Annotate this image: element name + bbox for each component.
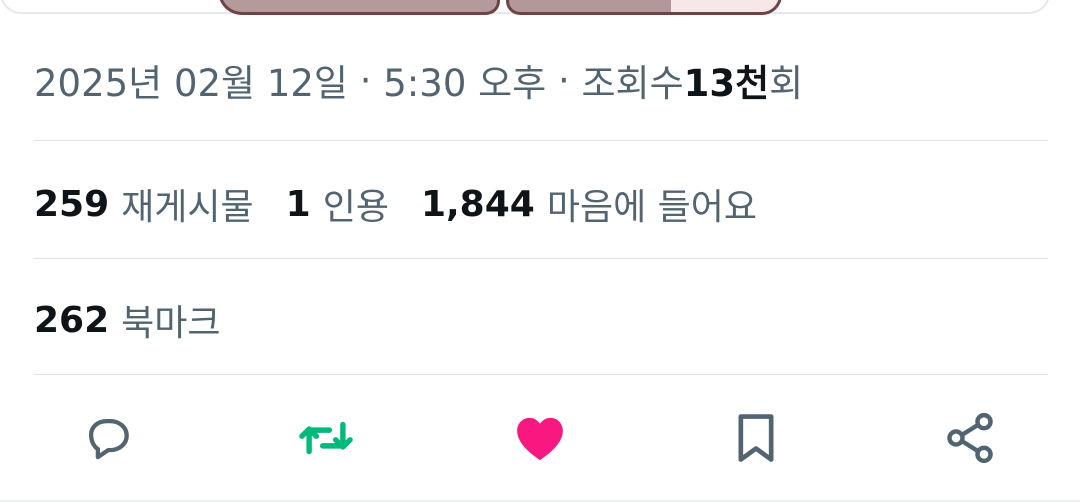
quotes-count: 1 xyxy=(285,183,311,225)
retweet-button[interactable] xyxy=(294,406,358,470)
media-image-right xyxy=(506,0,782,15)
tweet-date: 2025년 02월 12일 xyxy=(34,62,348,105)
retweets-label: 재게시물 xyxy=(121,187,254,228)
views-prefix: 조회수 xyxy=(581,62,684,105)
meta-separator xyxy=(348,59,360,102)
retweets-stat[interactable]: 259 재게시물 xyxy=(34,178,254,230)
bookmarks-label: 북마크 xyxy=(121,303,221,344)
share-button[interactable] xyxy=(938,406,1002,470)
meta-separator-dot-2: · xyxy=(557,58,570,102)
meta-space xyxy=(546,59,558,102)
bookmarks-stat-inner: 262 북마크 xyxy=(34,294,221,346)
meta-separator-dot: · xyxy=(359,58,372,102)
bookmark-button[interactable] xyxy=(724,406,788,470)
views-suffix: 회 xyxy=(769,62,804,105)
meta-space xyxy=(372,59,384,102)
bookmark-icon xyxy=(738,414,774,462)
media-image-left xyxy=(218,0,500,15)
likes-stat[interactable]: 1,844 마음에 들어요 xyxy=(421,178,757,230)
likes-label: 마음에 들어요 xyxy=(546,187,757,228)
engagement-stats: 259 재게시물 1 인용 1,844 마음에 들어요 xyxy=(34,176,789,232)
bookmarks-stat[interactable]: 262 북마크 xyxy=(34,292,253,348)
tweet-metadata: 2025년 02월 12일 · 5:30 오후 · 조회수 13천 회 xyxy=(34,54,803,106)
divider xyxy=(34,258,1048,259)
share-icon xyxy=(947,412,993,464)
like-button[interactable] xyxy=(508,406,572,470)
divider xyxy=(34,374,1048,375)
quotes-label: 인용 xyxy=(322,187,389,228)
views-count[interactable]: 13천 xyxy=(684,53,770,107)
tweet-media-preview[interactable] xyxy=(0,0,1080,15)
meta-space xyxy=(570,59,582,102)
quotes-stat[interactable]: 1 인용 xyxy=(286,178,389,230)
retweet-icon xyxy=(299,421,353,455)
likes-count: 1,844 xyxy=(420,183,535,225)
tweet-time[interactable]: 5:30 오후 xyxy=(383,53,546,107)
bookmarks-count: 262 xyxy=(34,299,110,341)
reply-button[interactable] xyxy=(76,406,140,470)
heart-icon xyxy=(517,417,563,461)
divider xyxy=(34,140,1048,141)
reply-icon xyxy=(88,418,129,460)
retweets-count: 259 xyxy=(34,183,110,225)
tweet-actions xyxy=(0,406,1080,470)
